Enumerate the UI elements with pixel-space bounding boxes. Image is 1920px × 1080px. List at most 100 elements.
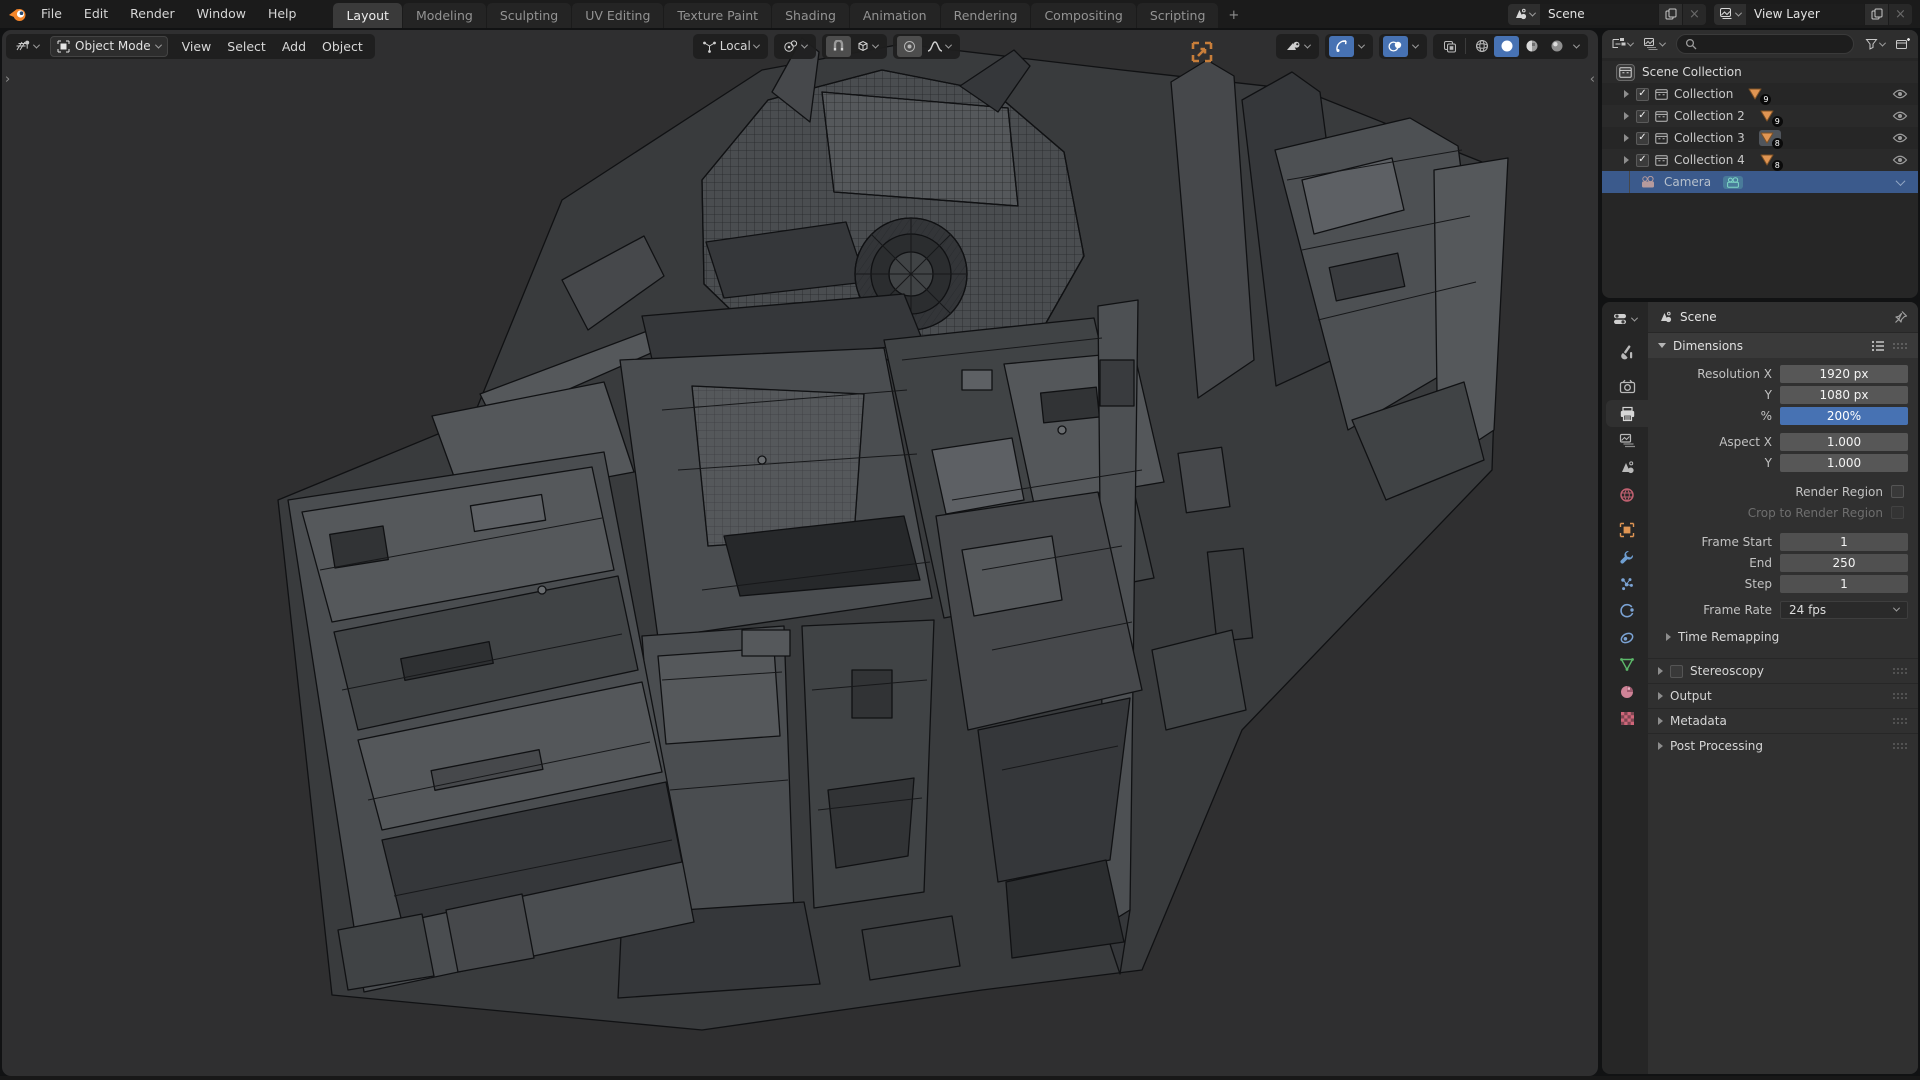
render-region-checkbox[interactable]	[1891, 485, 1904, 498]
panel-output[interactable]: Output	[1648, 683, 1918, 708]
snap-settings-dropdown[interactable]	[851, 36, 883, 57]
hide-in-viewport-toggle[interactable]	[1892, 89, 1908, 99]
proportional-falloff-dropdown[interactable]	[922, 36, 956, 57]
menu-window[interactable]: Window	[186, 2, 257, 26]
scene-browse-button[interactable]	[1508, 3, 1540, 25]
tab-compositing[interactable]: Compositing	[1031, 3, 1136, 28]
outliner-row-collection-4[interactable]: ✓ Collection 4 8	[1602, 149, 1918, 171]
snap-toggle[interactable]	[825, 35, 851, 57]
tab-animation[interactable]: Animation	[849, 3, 940, 28]
viewport-menu-object[interactable]: Object	[314, 39, 371, 54]
aspect-x-field[interactable]: 1.000	[1780, 432, 1908, 451]
render-region-gizmo-icon[interactable]	[1190, 40, 1214, 64]
subpanel-time-remapping[interactable]: Time Remapping	[1652, 626, 1912, 648]
new-view-layer-button[interactable]	[1864, 3, 1888, 25]
gizmos-toggle[interactable]	[1329, 35, 1354, 57]
tab-texture-paint[interactable]: Texture Paint	[664, 3, 772, 28]
outliner-display-mode-button[interactable]	[1640, 33, 1668, 55]
unlink-scene-button[interactable]: ×	[1682, 3, 1706, 25]
pivot-point-dropdown[interactable]	[778, 36, 812, 57]
viewport-menu-view[interactable]: View	[174, 39, 220, 54]
tab-world-properties[interactable]	[1606, 481, 1648, 508]
toolbar-expand-toggle[interactable]: ›	[5, 72, 10, 87]
menu-edit[interactable]: Edit	[73, 2, 119, 26]
overlays-dropdown[interactable]	[1408, 36, 1423, 57]
panel-grip-icon[interactable]	[1892, 342, 1908, 350]
tab-layout[interactable]: Layout	[333, 3, 402, 28]
shading-dropdown[interactable]	[1569, 36, 1584, 57]
editor-type-button[interactable]	[10, 36, 44, 57]
pin-icon[interactable]	[1894, 310, 1908, 324]
tab-rendering[interactable]: Rendering	[940, 3, 1031, 28]
tab-shading[interactable]: Shading	[772, 3, 849, 28]
panel-metadata[interactable]: Metadata	[1648, 708, 1918, 733]
tab-material-properties[interactable]	[1606, 678, 1648, 705]
frame-step-field[interactable]: 1	[1780, 574, 1908, 593]
outliner-row-collection-2[interactable]: ✓ Collection 2 9	[1602, 105, 1918, 127]
mode-selector[interactable]: Object Mode	[50, 35, 168, 57]
view-layer-name-field[interactable]: View Layer	[1746, 3, 1864, 25]
tab-view-layer-properties[interactable]	[1606, 427, 1648, 454]
camera-data-icon[interactable]	[1723, 175, 1744, 189]
transform-orientation-dropdown[interactable]: Local	[697, 36, 764, 57]
panel-grip-icon[interactable]	[1892, 667, 1908, 675]
menu-help[interactable]: Help	[257, 2, 308, 26]
disclosure-triangle-icon[interactable]	[1624, 134, 1629, 142]
outliner-search-input[interactable]	[1676, 34, 1854, 54]
aspect-y-field[interactable]: 1.000	[1780, 453, 1908, 472]
shading-rendered-button[interactable]	[1544, 36, 1569, 57]
sidebar-expand-toggle[interactable]: ‹	[1590, 72, 1595, 87]
shading-wireframe-button[interactable]	[1469, 36, 1494, 57]
chevron-down-icon[interactable]	[1895, 175, 1906, 186]
tab-particle-properties[interactable]	[1606, 570, 1648, 597]
new-collection-button[interactable]	[1892, 33, 1913, 55]
shading-solid-button[interactable]	[1494, 35, 1519, 57]
3d-viewport[interactable]: Object Mode View Select Add Object Local…	[2, 30, 1598, 1076]
panel-stereoscopy[interactable]: Stereoscopy	[1648, 658, 1918, 683]
panel-grip-icon[interactable]	[1892, 742, 1908, 750]
remove-view-layer-button[interactable]: ×	[1888, 3, 1912, 25]
collection-checkbox[interactable]: ✓	[1636, 131, 1649, 145]
resolution-x-field[interactable]: 1920 px	[1780, 364, 1908, 383]
tab-object-data-properties[interactable]	[1606, 651, 1648, 678]
gizmos-dropdown[interactable]	[1354, 36, 1369, 57]
hide-in-viewport-toggle[interactable]	[1892, 111, 1908, 121]
blender-logo-icon[interactable]	[4, 3, 30, 25]
tab-object-properties[interactable]	[1606, 516, 1648, 543]
frame-rate-dropdown[interactable]: 24 fps	[1780, 600, 1908, 619]
presets-menu-icon[interactable]	[1871, 340, 1885, 352]
menu-render[interactable]: Render	[119, 2, 186, 26]
frame-end-field[interactable]: 250	[1780, 553, 1908, 572]
tab-sculpting[interactable]: Sculpting	[486, 3, 572, 28]
outliner-row-camera[interactable]: Camera	[1602, 171, 1918, 193]
resolution-percent-slider[interactable]: 200%	[1780, 406, 1908, 425]
properties-editor-type-button[interactable]	[1602, 306, 1648, 332]
panel-grip-icon[interactable]	[1892, 717, 1908, 725]
disclosure-triangle-icon[interactable]	[1624, 112, 1629, 120]
view-layer-browse-button[interactable]	[1714, 3, 1746, 25]
panel-post-processing[interactable]: Post Processing	[1648, 733, 1918, 758]
outliner-row-scene-collection[interactable]: Scene Collection	[1602, 61, 1918, 83]
viewport-menu-add[interactable]: Add	[274, 39, 314, 54]
outliner-filter-button[interactable]	[1862, 33, 1888, 55]
tab-scene-properties[interactable]	[1606, 454, 1648, 481]
menu-file[interactable]: File	[30, 2, 73, 26]
collection-checkbox[interactable]: ✓	[1636, 153, 1649, 167]
collection-checkbox[interactable]: ✓	[1636, 87, 1649, 101]
tab-render-properties[interactable]	[1606, 373, 1648, 400]
disclosure-triangle-icon[interactable]	[1624, 156, 1629, 164]
tab-constraint-properties[interactable]	[1606, 624, 1648, 651]
proportional-editing-toggle[interactable]	[896, 35, 922, 57]
panel-dimensions-header[interactable]: Dimensions	[1648, 332, 1918, 358]
scene-name-field[interactable]: Scene	[1540, 3, 1658, 25]
overlays-toggle[interactable]	[1383, 35, 1408, 57]
stereoscopy-checkbox[interactable]	[1670, 664, 1683, 678]
tab-tool-properties[interactable]	[1606, 338, 1648, 365]
collection-checkbox[interactable]: ✓	[1636, 109, 1649, 123]
new-scene-button[interactable]	[1658, 3, 1682, 25]
tab-modeling[interactable]: Modeling	[402, 3, 486, 28]
panel-grip-icon[interactable]	[1892, 692, 1908, 700]
add-workspace-button[interactable]: +	[1219, 3, 1248, 28]
tab-texture-properties[interactable]	[1606, 705, 1648, 732]
shading-material-button[interactable]	[1519, 36, 1544, 57]
